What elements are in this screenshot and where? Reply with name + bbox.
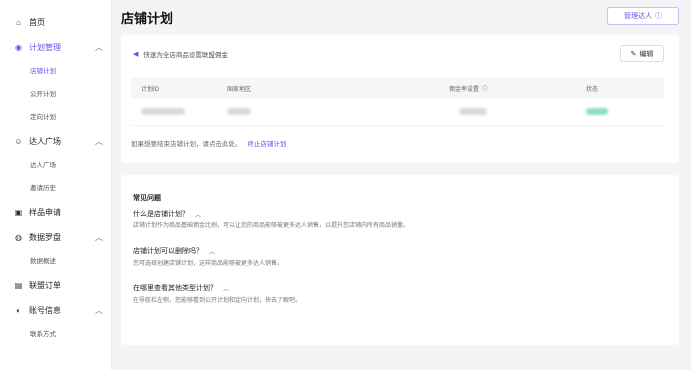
sidebar: ⌂ 首页 ◉ 计划管理 ︿ 店铺计划 公开计划 定向计划 ☺ 达人广场 ︿ 达人…	[0, 0, 112, 370]
sidebar-item-affiliate-orders[interactable]: ▤ 联盟订单	[0, 275, 111, 295]
faq-question-text: 在哪里查看其他类型计划？	[133, 285, 217, 292]
chevron-up-icon: ︿	[195, 212, 202, 219]
user-icon: ☺	[14, 136, 23, 146]
stop-plan-text: 如果想要结束店铺计划，请点击此处。	[131, 141, 242, 148]
chevron-up-icon: ︿	[95, 136, 103, 146]
sidebar-item-label: 达人广场	[29, 136, 61, 146]
sidebar-item-contact[interactable]: 联系方式	[0, 323, 111, 343]
stop-plan-line: 如果想要结束店铺计划，请点击此处。 终止店铺计划	[131, 138, 287, 148]
compass-icon: ◍	[15, 232, 22, 242]
column-country: 国家地区	[227, 86, 252, 93]
faq-answer: 您可选择创建店铺计划，这样商品能够被更多达人销售。	[133, 261, 284, 267]
sidebar-item-public-plan[interactable]: 公开计划	[0, 83, 111, 103]
manage-creators-button[interactable]: 管理达人 ⓘ	[607, 7, 679, 25]
faq-title: 常见问题	[133, 195, 161, 202]
faq-question-text: 什么是店铺计划？	[133, 211, 189, 218]
sidebar-item-creator-plaza[interactable]: ☺ 达人广场 ︿	[0, 131, 111, 151]
page-title: 店铺计划	[121, 11, 174, 26]
plan-tip: ◀ 快速为全店商品设置联盟佣金	[133, 49, 228, 59]
chevron-up-icon: ︿	[223, 286, 230, 293]
plan-tip-text: 快速为全店商品设置联盟佣金	[143, 52, 228, 59]
table-row	[131, 98, 664, 126]
sidebar-item-invite-history[interactable]: 邀请历史	[0, 177, 111, 197]
faq-question[interactable]: 什么是店铺计划？ ︿	[133, 209, 201, 219]
edit-label: 编辑	[639, 50, 654, 58]
manage-creators-label: 管理达人	[624, 13, 652, 20]
sidebar-item-label: 样品申请	[29, 207, 61, 217]
megaphone-icon: ◀	[133, 51, 139, 58]
commission-value	[459, 98, 487, 125]
edit-button[interactable]: ✎ 编辑	[620, 45, 664, 62]
column-plan-id: 计划ID	[141, 86, 160, 93]
status-badge	[586, 98, 608, 125]
sidebar-item-label: 联盟订单	[29, 280, 61, 290]
store-plan-card: ◀ 快速为全店商品设置联盟佣金 ✎ 编辑 计划ID 国家地区 佣金率设置 ⓘ 状…	[121, 35, 679, 163]
faq-card: 常见问题 什么是店铺计划？ ︿ 店铺计划作为商品基础佣金比例，可以让您的商品能够…	[121, 175, 679, 345]
account-icon: ◐	[16, 305, 21, 315]
help-icon: ⓘ	[482, 86, 489, 93]
plan-icon: ◉	[15, 42, 22, 52]
faq-question[interactable]: 店铺计划可以删除吗？ ︿	[133, 246, 215, 256]
sidebar-item-label: 账号信息	[29, 305, 61, 315]
sidebar-item-data-compass[interactable]: ◍ 数据罗盘 ︿	[0, 227, 111, 247]
sidebar-item-plan-management[interactable]: ◉ 计划管理 ︿	[0, 37, 111, 57]
chevron-up-icon: ︿	[209, 249, 216, 256]
sidebar-item-creator-plaza-sub[interactable]: 达人广场	[0, 154, 111, 174]
faq-answer: 在导航栏左侧，您能够看到公开计划和定向计划，快去了解吧。	[133, 298, 302, 304]
sidebar-item-data-overview[interactable]: 数据概述	[0, 250, 111, 270]
sidebar-item-label: 数据罗盘	[29, 232, 61, 242]
info-icon: ⓘ	[655, 13, 662, 20]
sidebar-item-label: 首页	[29, 17, 45, 27]
plan-table-header: 计划ID 国家地区 佣金率设置 ⓘ 状态	[131, 78, 664, 98]
column-commission-label: 佣金率设置	[449, 86, 480, 93]
sidebar-item-account-info[interactable]: ◐ 账号信息 ︿	[0, 300, 111, 320]
chevron-up-icon: ︿	[95, 42, 103, 52]
country-value	[227, 98, 251, 125]
sample-icon: ▣	[14, 207, 23, 217]
edit-icon: ✎	[630, 50, 637, 58]
sidebar-item-label: 计划管理	[29, 42, 61, 52]
faq-question-text: 店铺计划可以删除吗？	[133, 248, 203, 255]
plan-id-value	[141, 98, 185, 125]
column-commission: 佣金率设置 ⓘ	[449, 78, 488, 98]
column-status: 状态	[586, 86, 599, 93]
home-icon: ⌂	[16, 17, 21, 27]
main-content: 店铺计划 管理达人 ⓘ ◀ 快速为全店商品设置联盟佣金 ✎ 编辑 计划ID 国家…	[112, 0, 691, 370]
sidebar-item-sample-request[interactable]: ▣ 样品申请	[0, 202, 111, 222]
chevron-up-icon: ︿	[95, 305, 103, 315]
order-icon: ▤	[14, 280, 23, 290]
stop-plan-link[interactable]: 终止店铺计划	[248, 138, 287, 148]
sidebar-item-home[interactable]: ⌂ 首页	[0, 12, 111, 32]
sidebar-item-store-plan[interactable]: 店铺计划	[0, 60, 111, 80]
faq-question[interactable]: 在哪里查看其他类型计划？ ︿	[133, 283, 229, 293]
chevron-up-icon: ︿	[95, 232, 103, 242]
sidebar-item-targeted-plan[interactable]: 定向计划	[0, 106, 111, 126]
faq-answer: 店铺计划作为商品基础佣金比例，可以让您的商品能够被更多达人销售，以提升您店铺内所…	[133, 223, 410, 229]
